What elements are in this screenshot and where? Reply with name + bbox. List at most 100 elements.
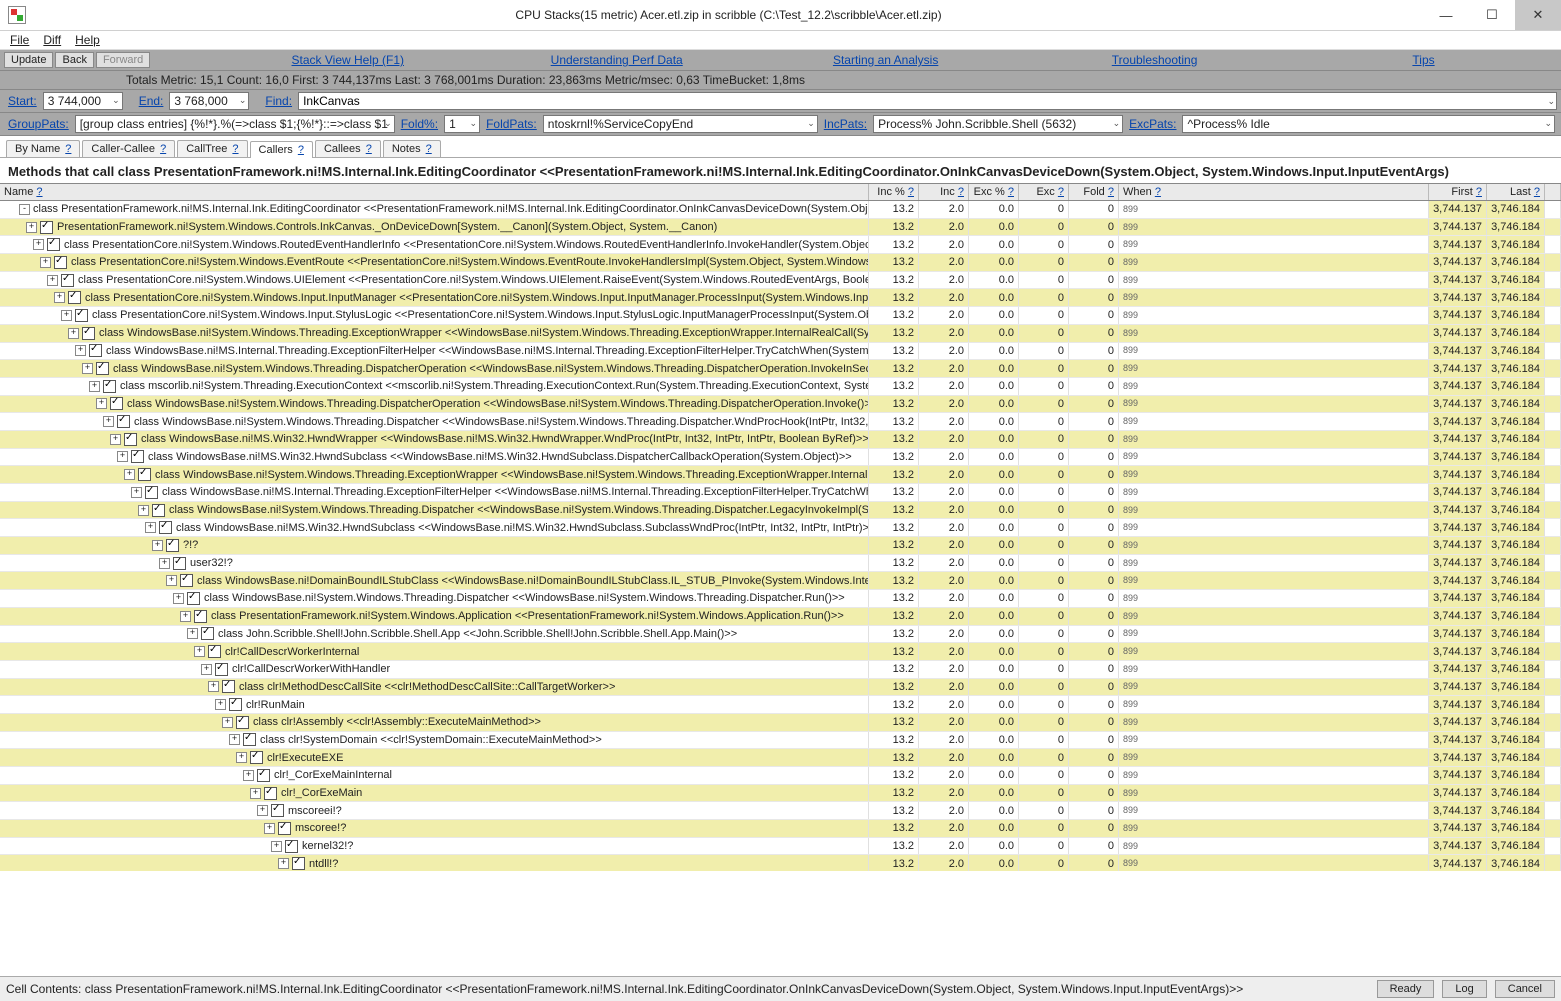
table-row[interactable]: +user32!?13.22.00.0008993,744.1373,746.1… (0, 555, 1561, 573)
expand-icon[interactable]: + (96, 398, 107, 409)
table-row[interactable]: +clr!_CorExeMainInternal13.22.00.0008993… (0, 767, 1561, 785)
find-input[interactable] (298, 92, 1557, 110)
tab-by-name[interactable]: By Name ? (6, 140, 80, 157)
checkbox-icon[interactable] (257, 769, 270, 782)
expand-icon[interactable]: + (236, 752, 247, 763)
grid-rows[interactable]: -class PresentationFramework.ni!MS.Inter… (0, 201, 1561, 871)
table-row[interactable]: +clr!RunMain13.22.00.0008993,744.1373,74… (0, 696, 1561, 714)
table-row[interactable]: +class PresentationCore.ni!System.Window… (0, 289, 1561, 307)
checkbox-icon[interactable] (194, 610, 207, 623)
expand-icon[interactable]: + (33, 239, 44, 250)
checkbox-icon[interactable] (75, 309, 88, 322)
table-row[interactable]: +class WindowsBase.ni!MS.Win32.HwndSubcl… (0, 449, 1561, 467)
maximize-button[interactable]: ☐ (1469, 0, 1515, 30)
checkbox-icon[interactable] (243, 733, 256, 746)
checkbox-icon[interactable] (236, 716, 249, 729)
col-when[interactable]: When ? (1119, 184, 1429, 200)
expand-icon[interactable]: + (61, 310, 72, 321)
col-inc-pct[interactable]: Inc % ? (869, 184, 919, 200)
checkbox-icon[interactable] (47, 238, 60, 251)
checkbox-icon[interactable] (278, 822, 291, 835)
link-stack-view-help[interactable]: Stack View Help (F1) (214, 53, 481, 67)
expand-icon[interactable]: + (26, 222, 37, 233)
foldpct-input[interactable]: 1⌄ (444, 115, 480, 133)
checkbox-icon[interactable] (292, 857, 305, 870)
table-row[interactable]: +class clr!SystemDomain <<clr!SystemDoma… (0, 732, 1561, 750)
checkbox-icon[interactable] (208, 645, 221, 658)
end-input[interactable]: 3 768,000⌄ (169, 92, 249, 110)
table-row[interactable]: +class WindowsBase.ni!System.Windows.Thr… (0, 325, 1561, 343)
checkbox-icon[interactable] (229, 698, 242, 711)
table-row[interactable]: +?!?13.22.00.0008993,744.1373,746.184 (0, 537, 1561, 555)
table-row[interactable]: +class WindowsBase.ni!System.Windows.Thr… (0, 413, 1561, 431)
checkbox-icon[interactable] (215, 663, 228, 676)
col-first[interactable]: First ? (1429, 184, 1487, 200)
expand-icon[interactable]: + (194, 646, 205, 657)
table-row[interactable]: +clr!ExecuteEXE13.22.00.0008993,744.1373… (0, 749, 1561, 767)
table-row[interactable]: +class WindowsBase.ni!System.Windows.Thr… (0, 396, 1561, 414)
menu-diff[interactable]: Diff (43, 33, 61, 47)
table-row[interactable]: +class WindowsBase.ni!MS.Internal.Thread… (0, 484, 1561, 502)
expand-icon[interactable]: + (271, 841, 282, 852)
expand-icon[interactable]: + (145, 522, 156, 533)
table-row[interactable]: +clr!_CorExeMain13.22.00.0008993,744.137… (0, 785, 1561, 803)
checkbox-icon[interactable] (271, 804, 284, 817)
col-exc-pct[interactable]: Exc % ? (969, 184, 1019, 200)
link-starting-analysis[interactable]: Starting an Analysis (752, 53, 1019, 67)
expand-icon[interactable]: + (131, 487, 142, 498)
table-row[interactable]: +class clr!Assembly <<clr!Assembly::Exec… (0, 714, 1561, 732)
checkbox-icon[interactable] (222, 680, 235, 693)
table-row[interactable]: +class WindowsBase.ni!System.Windows.Thr… (0, 502, 1561, 520)
update-button[interactable]: Update (4, 52, 53, 68)
table-row[interactable]: +ntdll!?13.22.00.0008993,744.1373,746.18… (0, 855, 1561, 871)
checkbox-icon[interactable] (103, 380, 116, 393)
expand-icon[interactable]: + (250, 788, 261, 799)
cancel-button[interactable]: Cancel (1495, 980, 1555, 998)
forward-button[interactable]: Forward (96, 52, 150, 68)
menu-help[interactable]: Help (75, 33, 100, 47)
tab-callees[interactable]: Callees ? (315, 140, 381, 157)
table-row[interactable]: +class WindowsBase.ni!MS.Win32.HwndWrapp… (0, 431, 1561, 449)
checkbox-icon[interactable] (264, 787, 277, 800)
expand-icon[interactable]: + (229, 734, 240, 745)
expand-icon[interactable]: + (187, 628, 198, 639)
excpats-input[interactable]: ^Process% Idle⌄ (1182, 115, 1555, 133)
expand-icon[interactable]: + (89, 381, 100, 392)
expand-icon[interactable]: + (117, 451, 128, 462)
table-row[interactable]: +class WindowsBase.ni!DomainBoundILStubC… (0, 572, 1561, 590)
expand-icon[interactable]: + (243, 770, 254, 781)
start-input[interactable]: 3 744,000⌄ (43, 92, 123, 110)
checkbox-icon[interactable] (152, 504, 165, 517)
table-row[interactable]: +class clr!MethodDescCallSite <<clr!Meth… (0, 679, 1561, 697)
table-row[interactable]: +mscoreei!?13.22.00.0008993,744.1373,746… (0, 802, 1561, 820)
table-row[interactable]: +class John.Scribble.Shell!John.Scribble… (0, 626, 1561, 644)
expand-icon[interactable]: + (257, 805, 268, 816)
expand-icon[interactable]: + (166, 575, 177, 586)
table-row[interactable]: +clr!CallDescrWorkerInternal13.22.00.000… (0, 643, 1561, 661)
table-row[interactable]: +class PresentationCore.ni!System.Window… (0, 307, 1561, 325)
link-tips[interactable]: Tips (1290, 53, 1557, 67)
checkbox-icon[interactable] (124, 433, 137, 446)
tab-callers[interactable]: Callers ? (250, 141, 313, 158)
tab-calltree[interactable]: CallTree ? (177, 140, 247, 157)
checkbox-icon[interactable] (166, 539, 179, 552)
table-row[interactable]: +kernel32!?13.22.00.0008993,744.1373,746… (0, 838, 1561, 856)
checkbox-icon[interactable] (96, 362, 109, 375)
link-understanding-perf[interactable]: Understanding Perf Data (483, 53, 750, 67)
checkbox-icon[interactable] (138, 468, 151, 481)
tab-notes[interactable]: Notes ? (383, 140, 441, 157)
checkbox-icon[interactable] (89, 344, 102, 357)
incpats-input[interactable]: Process% John.Scribble.Shell (5632)⌄ (873, 115, 1123, 133)
checkbox-icon[interactable] (201, 627, 214, 640)
table-row[interactable]: +class WindowsBase.ni!MS.Internal.Thread… (0, 343, 1561, 361)
expand-icon[interactable]: + (180, 611, 191, 622)
checkbox-icon[interactable] (54, 256, 67, 269)
expand-icon[interactable]: + (103, 416, 114, 427)
checkbox-icon[interactable] (82, 327, 95, 340)
expand-icon[interactable]: + (173, 593, 184, 604)
table-row[interactable]: +class WindowsBase.ni!System.Windows.Thr… (0, 590, 1561, 608)
table-row[interactable]: +class WindowsBase.ni!MS.Win32.HwndSubcl… (0, 519, 1561, 537)
expand-icon[interactable]: + (215, 699, 226, 710)
expand-icon[interactable]: + (264, 823, 275, 834)
checkbox-icon[interactable] (173, 557, 186, 570)
